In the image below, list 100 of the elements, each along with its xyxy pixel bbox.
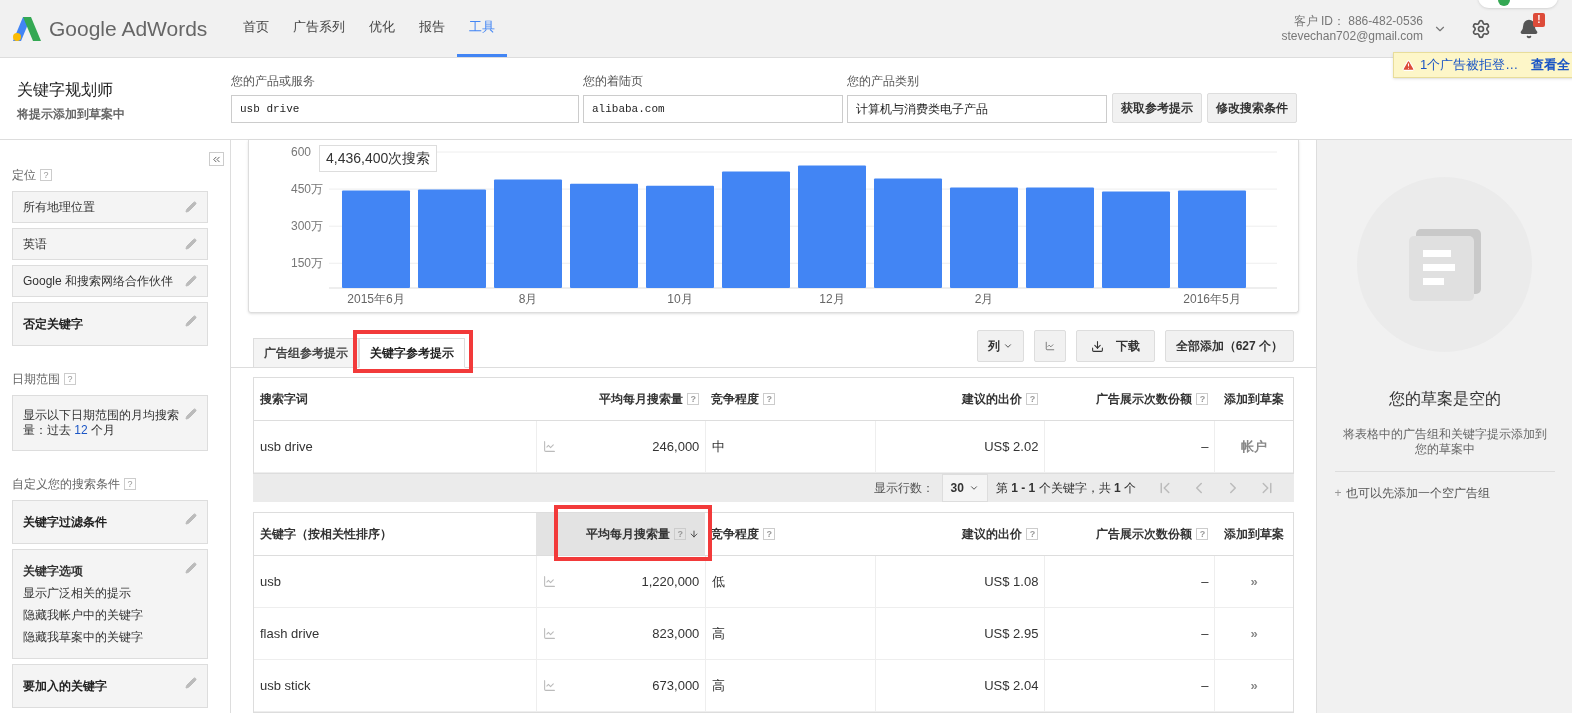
table-cell-text: usb stick xyxy=(260,676,311,695)
filter-card[interactable]: 显示以下日期范围的月均搜索量：过去 12 个月 xyxy=(12,395,208,451)
x-tick-label: 10月 xyxy=(667,292,693,306)
filter-card[interactable]: 要加入的关键字 xyxy=(12,664,208,708)
add-all-button[interactable]: 全部添加（627 个） xyxy=(1164,330,1294,362)
x-tick-label: 12月 xyxy=(819,292,845,306)
table-cell-text: usb drive xyxy=(260,437,313,456)
table-cell-text: – xyxy=(1201,624,1209,643)
input-field[interactable]: alibaba.com xyxy=(583,95,843,123)
columns-button[interactable]: 列 xyxy=(976,330,1024,362)
pager-summary: 第 1 - 1 个关键字，共 1 个 xyxy=(995,480,1136,497)
add-link[interactable]: 帐户 xyxy=(1241,436,1268,457)
page-title: 关键字规划师 xyxy=(17,80,114,100)
filter-title: 关键字选项 xyxy=(23,563,84,580)
table-cell-text: 中 xyxy=(712,437,726,456)
draft-description: 将表格中的广告组和关键字提示添加到您的草案中 xyxy=(1341,427,1548,457)
field-label: 您的着陆页 xyxy=(583,73,644,90)
table-cell-text: US$ 2.95 xyxy=(984,624,1039,643)
nav-tab[interactable]: 首页 xyxy=(231,0,282,57)
filter-card[interactable]: 否定关键字 xyxy=(12,302,208,346)
chart-tooltip: 4,436,400次搜索 xyxy=(319,145,438,172)
column-header[interactable]: 建议的出价 ? xyxy=(875,378,1045,420)
alert-badge: ! xyxy=(1533,12,1545,27)
action-button[interactable]: 修改搜索条件 xyxy=(1207,93,1297,123)
page-subtitle: 将提示添加到草案中 xyxy=(17,106,126,123)
table-cell-text: 1,220,000 xyxy=(641,572,700,591)
rows-label: 显示行数： xyxy=(873,480,934,497)
table-cell-text: 823,000 xyxy=(652,624,700,643)
x-tick-label: 2015年6月 xyxy=(347,292,405,306)
section-title: 自定义您的搜索条件 xyxy=(12,476,120,493)
option-text: 隐藏我帐户中的关键字 xyxy=(23,607,143,624)
tab[interactable]: 广告组参考提示 xyxy=(253,338,359,368)
table-cell-text: US$ 2.02 xyxy=(984,437,1039,456)
filter-card[interactable]: 关键字过滤条件 xyxy=(12,500,208,544)
field-label: 您的产品类别 xyxy=(847,73,920,90)
add-link[interactable]: » xyxy=(1250,571,1258,592)
table-cell-text: 高 xyxy=(712,624,726,643)
filter-title: 否定关键字 xyxy=(23,316,83,333)
y-tick-label: 300万 xyxy=(291,219,324,234)
column-header[interactable]: 添加到草案 xyxy=(1214,513,1293,555)
plus-icon: + xyxy=(1334,484,1342,502)
input-field[interactable]: usb drive xyxy=(231,95,579,123)
filter-card[interactable]: 英语 xyxy=(12,228,208,260)
table-cell-text: – xyxy=(1201,572,1209,591)
x-tick-label: 2016年5月 xyxy=(1183,292,1241,306)
nav-tab[interactable]: 优化 xyxy=(357,0,408,57)
logo-text[interactable]: Google AdWords xyxy=(49,12,208,45)
x-tick-label: 2月 xyxy=(974,292,994,306)
date-range-text: 显示以下日期范围的月均搜索量：过去 12 个月 xyxy=(23,408,180,438)
column-header[interactable]: 搜索字词 xyxy=(254,378,537,420)
table-cell-text: usb xyxy=(260,572,281,591)
y-tick-label: 150万 xyxy=(291,256,324,271)
nav-tab[interactable]: 广告系列 xyxy=(281,0,358,57)
table-cell-text: US$ 1.08 xyxy=(984,572,1039,591)
column-header[interactable]: 广告展示次数份额 ? xyxy=(1044,378,1215,420)
filter-value: Google 和搜索网络合作伙伴 xyxy=(23,273,174,290)
add-link[interactable]: » xyxy=(1250,623,1258,644)
column-header[interactable]: 平均每月搜索量 ? xyxy=(536,513,706,555)
filter-card[interactable]: Google 和搜索网络合作伙伴 xyxy=(12,265,208,297)
draft-title: 您的草案是空的 xyxy=(1388,389,1501,409)
filter-value: 所有地理位置 xyxy=(23,199,95,216)
option-text: 隐藏我草案中的关键字 xyxy=(23,629,143,646)
y-tick-label: 450万 xyxy=(291,182,324,197)
table-cell-text: 低 xyxy=(712,572,726,591)
filter-title: 要加入的关键字 xyxy=(23,678,107,695)
nav-tab[interactable]: 报告 xyxy=(407,0,458,57)
field-label: 您的产品或服务 xyxy=(231,73,316,90)
option-text: 显示广泛相关的提示 xyxy=(23,585,132,602)
notification-text: 1个广告被拒登… xyxy=(1420,56,1519,75)
table-cell-text: US$ 2.04 xyxy=(984,676,1039,695)
action-button[interactable]: 获取参考提示 xyxy=(1112,93,1202,123)
filter-card[interactable]: 关键字选项 显示广泛相关的提示 隐藏我帐户中的关键字 隐藏我草案中的关键字 xyxy=(12,549,208,659)
table-cell-text: 673,000 xyxy=(652,676,700,695)
y-tick-label: 600 xyxy=(291,145,312,159)
column-header[interactable]: 竞争程度 ? xyxy=(705,378,876,420)
x-tick-label: 8月 xyxy=(518,292,538,306)
add-link[interactable]: » xyxy=(1250,675,1258,696)
filter-card[interactable]: 所有地理位置 xyxy=(12,191,208,223)
column-header[interactable]: 关键字（按相关性排序） xyxy=(254,513,537,555)
filter-value: 英语 xyxy=(23,236,47,253)
table-cell-text: 246,000 xyxy=(652,437,700,456)
table-cell-text: 高 xyxy=(712,676,726,695)
account-email: stevechan702@gmail.com xyxy=(1281,28,1423,44)
section-title: 日期范围 xyxy=(12,371,60,388)
tab[interactable]: 关键字参考提示 xyxy=(359,338,465,368)
section-title: 定位 xyxy=(12,167,36,184)
table-cell-text: – xyxy=(1201,676,1209,695)
customer-id: 客户 ID： 886-482-0536 xyxy=(1292,13,1423,29)
column-header[interactable]: 添加到草案 xyxy=(1214,378,1293,420)
view-all-link[interactable]: 查看全 xyxy=(1531,55,1571,75)
rows-select[interactable]: 30 xyxy=(941,474,988,502)
add-ad-group-link[interactable]: 也可以先添加一个空广告组 xyxy=(1345,484,1490,502)
column-header[interactable]: 竞争程度 ? xyxy=(705,513,876,555)
column-header[interactable]: 平均每月搜索量 ? xyxy=(536,378,706,420)
table-cell-text: – xyxy=(1201,437,1209,456)
column-header[interactable]: 建议的出价 ? xyxy=(875,513,1045,555)
filter-title: 关键字过滤条件 xyxy=(23,514,107,531)
download-button[interactable]: 下载 xyxy=(1075,330,1155,362)
column-header[interactable]: 广告展示次数份额 ? xyxy=(1044,513,1215,555)
input-field[interactable]: 计算机与消费类电子产品 xyxy=(847,95,1107,123)
